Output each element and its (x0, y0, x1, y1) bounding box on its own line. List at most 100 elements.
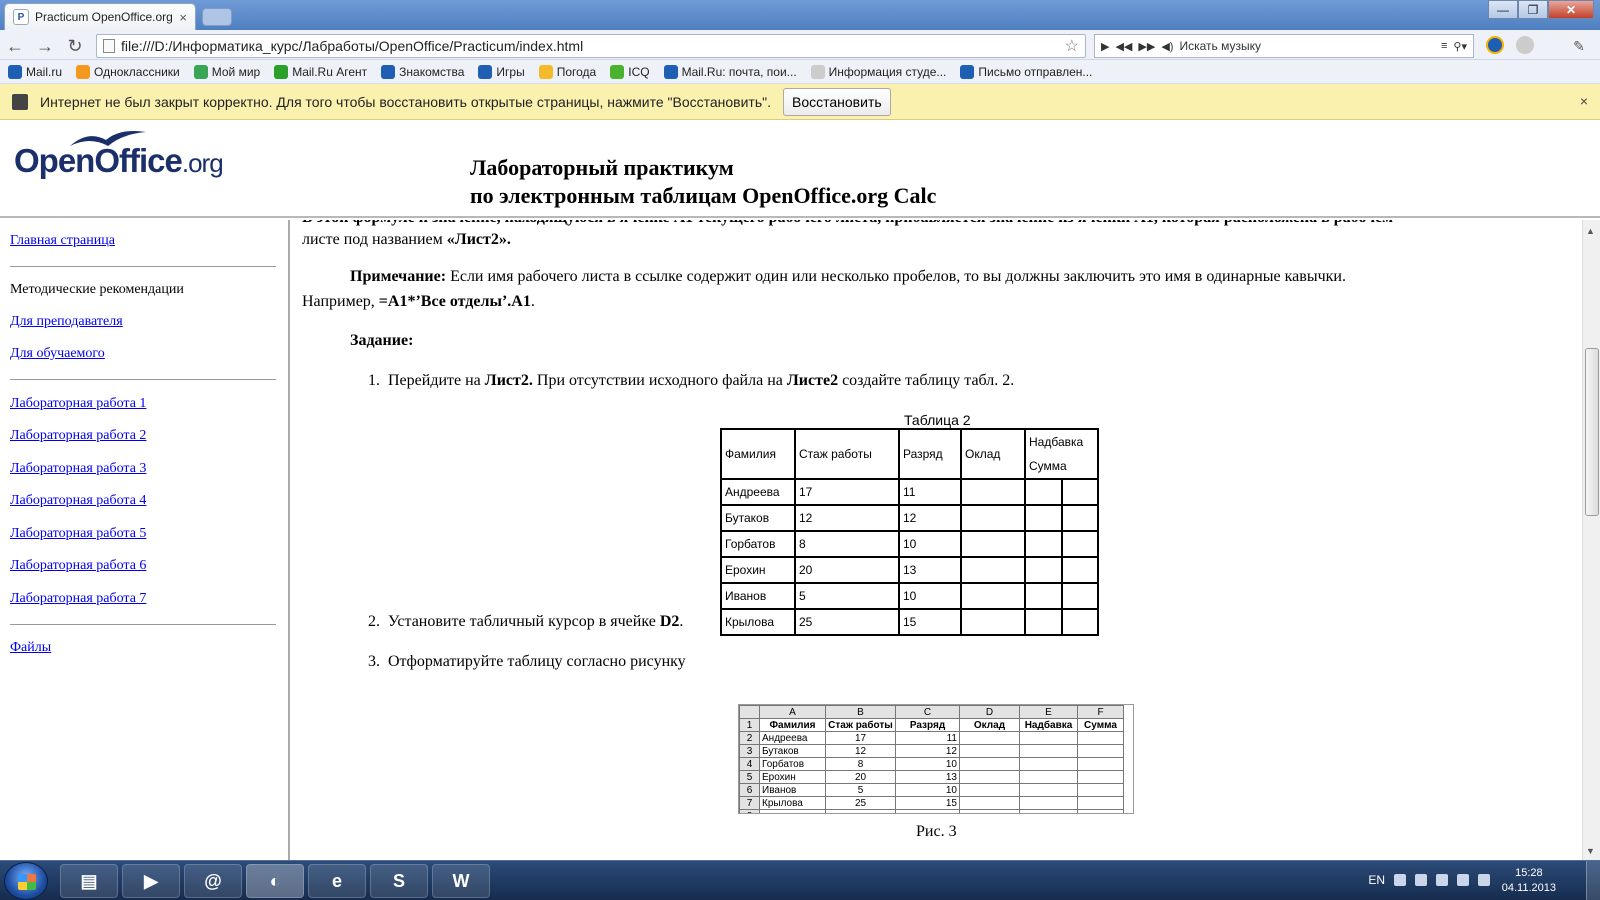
figure-cell: Бутаков (759, 744, 826, 758)
network-tray-icon[interactable] (1457, 874, 1469, 886)
word-icon[interactable]: W (432, 864, 490, 898)
browser-taskbar-icon[interactable]: ◐ (246, 864, 304, 898)
sidebar-link-lab-6[interactable]: Лабораторная работа 6 (10, 558, 146, 573)
sidebar-link-lab-3[interactable]: Лабораторная работа 3 (10, 461, 146, 476)
sidebar-heading-methods: Методические рекомендации (10, 282, 184, 297)
skype-icon[interactable]: S (370, 864, 428, 898)
table-cell (960, 530, 1026, 558)
mail-agent-icon[interactable] (1486, 36, 1504, 54)
sidebar-link-teacher[interactable]: Для преподавателя (10, 314, 123, 329)
figure-spreadsheet-image: A B C D E F 1 Фамилия Стаж работы Разряд Оклад Надб… (738, 704, 1134, 814)
table-cell: Ерохин (720, 556, 796, 584)
restore-button[interactable]: Восстановить (783, 87, 891, 116)
back-button[interactable]: ← (4, 35, 26, 57)
table-header-row: Фамилия Стаж работы Разряд Оклад Надбавк… (720, 428, 1099, 480)
internet-explorer-icon[interactable]: e (308, 864, 366, 898)
system-clock[interactable]: 15:28 04.11.2013 (1502, 866, 1556, 896)
figure-cell: 13 (895, 770, 960, 784)
scroll-down-icon[interactable]: ▼ (1586, 846, 1595, 856)
forward-button[interactable]: → (34, 35, 56, 57)
volume-icon[interactable]: ◀) (1161, 40, 1173, 53)
table-cell (1060, 556, 1099, 584)
language-indicator[interactable]: EN (1368, 873, 1385, 887)
table-cell (1060, 582, 1099, 610)
step-3: 3. Отформатируйте таблицу согласно рисун… (368, 650, 686, 674)
flag-tray-icon[interactable] (1436, 874, 1448, 886)
sidebar-link-files[interactable]: Файлы (10, 640, 51, 655)
bookmark-item[interactable]: Mail.ru (8, 64, 62, 79)
infobar-close-icon[interactable]: × (1580, 93, 1588, 109)
sidebar-link-student[interactable]: Для обучаемого (10, 346, 105, 361)
bookmark-label: ICQ (628, 64, 650, 79)
explorer-icon[interactable]: ▤ (60, 864, 118, 898)
music-search-input[interactable]: Искать музыку (1179, 39, 1435, 53)
step-text: создайте таблицу табл. 2. (838, 372, 1015, 389)
figure-cell (959, 783, 1020, 797)
new-tab-button[interactable] (202, 8, 232, 26)
tab-close-icon[interactable]: × (179, 10, 187, 25)
bookmark-label: Мой мир (211, 64, 261, 79)
bookmark-item[interactable]: Игры (478, 64, 525, 79)
table-cell: Андреева (720, 478, 796, 506)
mail-agent-taskbar-icon[interactable]: @ (184, 864, 242, 898)
table-cell: Бутаков (720, 504, 796, 532)
bookmark-item[interactable]: Письмо отправлен... (960, 64, 1093, 79)
sidebar-link-home[interactable]: Главная страница (10, 233, 115, 248)
minimize-button[interactable]: — (1488, 0, 1518, 19)
extension-icon[interactable] (1516, 36, 1534, 54)
show-desktop-button[interactable] (1586, 861, 1600, 900)
bookmark-item[interactable]: Mail.Ru: почта, пои... (663, 64, 797, 79)
bookmark-item[interactable]: Знакомства (381, 64, 464, 79)
next-track-icon[interactable]: ▶▶ (1138, 40, 1155, 53)
figure-cell (959, 770, 1020, 784)
table-cell: 25 (794, 608, 900, 636)
prev-track-icon[interactable]: ◀◀ (1115, 40, 1132, 53)
browser-tab[interactable]: P Practicum OpenOffice.org × (4, 3, 196, 30)
restore-infobar: Интернет не был закрыт корректно. Для то… (0, 84, 1600, 120)
column-letter (739, 705, 760, 719)
address-bar[interactable]: file:///D:/Информатика_курс/Лабработы/Op… (96, 34, 1086, 58)
table-header-cell: Разряд (898, 428, 962, 480)
search-icon[interactable]: ⚲▾ (1453, 40, 1467, 53)
scroll-up-icon[interactable]: ▲ (1586, 226, 1595, 236)
column-letter: F (1077, 705, 1124, 719)
sidebar-link-lab-2[interactable]: Лабораторная работа 2 (10, 428, 146, 443)
bookmark-item[interactable]: Одноклассники (76, 64, 180, 79)
bluetooth-tray-icon[interactable] (1415, 874, 1427, 886)
help-tray-icon[interactable] (1394, 874, 1406, 886)
bookmark-star-icon[interactable]: ☆ (1065, 36, 1085, 56)
bookmark-item[interactable]: Mail.Ru Агент (274, 64, 367, 79)
media-player-icon[interactable]: ▶ (122, 864, 180, 898)
bookmark-label: Одноклассники (94, 64, 180, 79)
wrench-menu-icon[interactable]: ✎ (1568, 35, 1590, 57)
clock-time: 15:28 (1515, 867, 1543, 879)
table-cell (1024, 608, 1063, 636)
close-window-button[interactable]: ✕ (1548, 0, 1594, 19)
sidebar-link-lab-4[interactable]: Лабораторная работа 4 (10, 493, 146, 508)
bookmark-item[interactable]: Мой мир (193, 64, 261, 79)
step-number: 3. (368, 653, 380, 670)
bookmarks-bar: Mail.ru Одноклассники Мой мир Mail.Ru Агент… (0, 60, 1600, 84)
reload-button[interactable]: ↻ (64, 35, 86, 57)
menu-icon[interactable]: ≡ (1441, 40, 1447, 52)
bookmark-label: Письмо отправлен... (978, 64, 1093, 79)
figure-header-cell: Фамилия (759, 718, 826, 732)
vertical-scrollbar[interactable]: ▲ ▼ (1582, 220, 1600, 860)
scrollbar-thumb[interactable] (1585, 348, 1599, 516)
step-number: 1. (368, 372, 380, 389)
table-cell (1024, 582, 1063, 610)
bookmark-item[interactable]: Информация студе... (810, 64, 946, 79)
bookmark-item[interactable]: Погода (538, 64, 596, 79)
address-url[interactable]: file:///D:/Информатика_курс/Лабработы/Op… (121, 38, 1059, 54)
bookmark-item[interactable]: ICQ (610, 64, 650, 79)
sidebar-link-lab-1[interactable]: Лабораторная работа 1 (10, 396, 146, 411)
start-button[interactable] (4, 862, 48, 900)
sidebar-link-lab-7[interactable]: Лабораторная работа 7 (10, 591, 146, 606)
maximize-button[interactable]: ❐ (1518, 0, 1548, 19)
volume-tray-icon[interactable] (1478, 874, 1490, 886)
cell-reference: D2 (659, 613, 680, 630)
sidebar-nav: Главная страница Методические рекомендац… (0, 220, 290, 860)
row-number: 1 (739, 718, 760, 732)
sidebar-link-lab-5[interactable]: Лабораторная работа 5 (10, 526, 146, 541)
play-icon[interactable]: ▶ (1101, 40, 1109, 53)
